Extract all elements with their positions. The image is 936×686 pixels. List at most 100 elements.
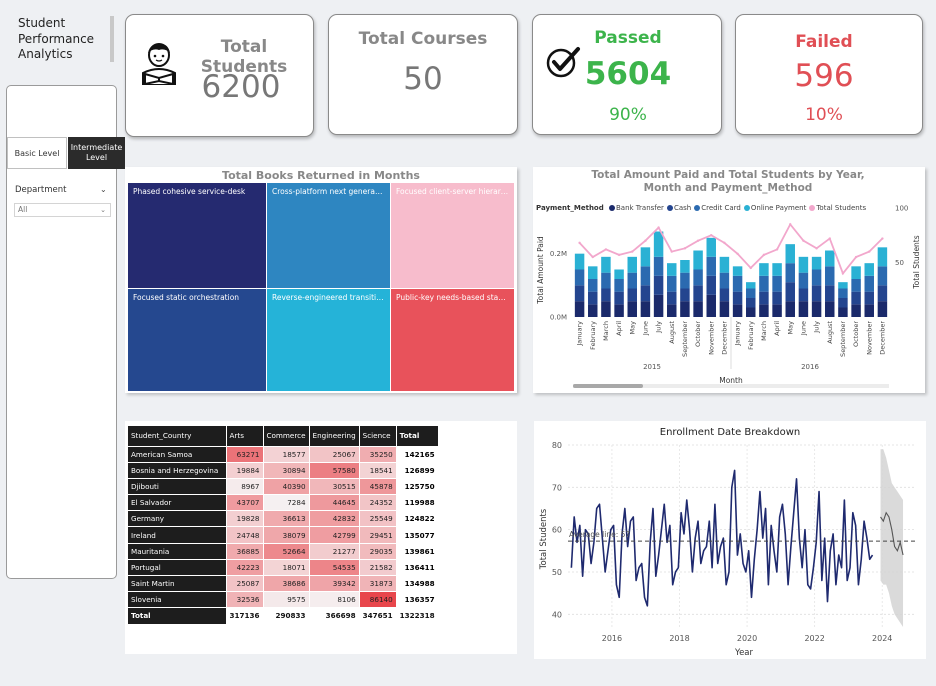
table-row[interactable]: Mauritania 36885 52664 21277 29035 139861	[128, 543, 439, 560]
line-point	[815, 247, 818, 250]
x-tick-label: February	[747, 321, 755, 350]
table-row[interactable]: Djibouti 8967 40390 30515 45878 125750	[128, 478, 439, 496]
table-row[interactable]: Ireland 24748 38079 42799 29451 135077	[128, 526, 439, 544]
bar-segment	[667, 263, 677, 276]
column-header[interactable]: Commerce	[263, 426, 310, 447]
y2-tick-label: 50	[895, 259, 904, 267]
kpi-courses-label: Total Courses	[358, 29, 488, 49]
chevron-down-icon[interactable]: ⌄	[100, 185, 107, 194]
column-total-cell: 1322318	[396, 607, 439, 625]
table-row[interactable]: El Salvador 43707 7284 44645 24352 119988	[128, 494, 439, 512]
column-total-cell: 317136	[226, 607, 264, 625]
kpi-passed-value: 5604	[584, 56, 672, 92]
value-cell: 8106	[309, 591, 360, 609]
bar-segment	[653, 294, 664, 317]
bar-segment	[601, 301, 611, 317]
value-cell: 18541	[359, 462, 397, 479]
value-cell: 40390	[263, 478, 310, 496]
value-cell: 25067	[309, 446, 360, 463]
treemap-tile-4[interactable]: Focused static orchestration	[128, 289, 266, 391]
combo-chart-visual: Total Amount Paid and Total Students by …	[533, 167, 925, 393]
line-point	[749, 266, 752, 270]
line-point	[644, 239, 647, 242]
bar-segment	[693, 285, 703, 302]
kpi-failed-label: Failed	[795, 32, 853, 52]
scrollbar-thumb[interactable]	[573, 384, 643, 388]
line-point	[631, 250, 634, 253]
department-label: Department	[15, 185, 67, 195]
value-cell: 32536	[226, 591, 264, 609]
bar-segment	[772, 291, 782, 305]
column-header[interactable]: Student_Country	[128, 426, 227, 447]
intermediate-level-button[interactable]: Intermediate Level	[68, 137, 125, 169]
x-tick-label: January	[576, 321, 584, 347]
value-cell: 44645	[309, 494, 360, 512]
column-header[interactable]: Arts	[226, 426, 264, 447]
country-cell: Portugal	[128, 559, 227, 577]
row-total-cell: 134988	[396, 575, 439, 593]
bar-segment	[588, 266, 598, 279]
x-tick-label: August	[826, 321, 834, 344]
value-cell: 9575	[263, 591, 310, 609]
bar-segment	[693, 301, 703, 317]
student-reading-icon	[142, 43, 176, 85]
horizontal-scrollbar[interactable]	[573, 384, 889, 388]
bar-segment	[759, 291, 769, 305]
country-cell: Slovenia	[128, 591, 227, 609]
table-row[interactable]: Slovenia 32536 9575 8106 86140 136357	[128, 591, 439, 609]
column-header[interactable]: Total	[396, 426, 439, 447]
department-value: All	[18, 205, 28, 214]
table-row[interactable]: Germany 19828 36613 42832 25549 124822	[128, 510, 439, 528]
line-point	[657, 226, 660, 229]
bar-segment	[732, 291, 743, 305]
treemap-visual: Total Books Returned in Months Phased co…	[125, 167, 517, 393]
value-cell: 21277	[309, 543, 360, 560]
column-header[interactable]: Science	[359, 426, 397, 447]
value-cell: 43707	[226, 494, 264, 512]
x-tick-label: July	[813, 321, 821, 334]
bar-segment	[759, 263, 769, 276]
bar-segment	[825, 285, 835, 302]
bar-segment	[680, 301, 690, 317]
table-row[interactable]: American Samoa 63271 18577 25067 35250 142165	[128, 446, 439, 463]
row-total-cell: 136357	[396, 591, 439, 609]
value-cell: 31873	[359, 575, 397, 593]
line-point	[578, 241, 581, 245]
treemap-tile-5[interactable]: Reverse-engineered transition...	[267, 289, 390, 391]
bar-segment	[838, 307, 848, 317]
column-header[interactable]: Engineering	[309, 426, 360, 447]
bar-segment	[732, 266, 743, 276]
kpi-passed-pct: 90%	[609, 105, 647, 125]
x-tick-label: May	[786, 321, 794, 335]
bar-segment	[574, 253, 585, 270]
bar-segment	[746, 298, 756, 308]
treemap-tile-1[interactable]: Phased cohesive service-desk	[128, 183, 266, 288]
bar-segment	[574, 269, 585, 286]
treemap-tile-2[interactable]: Cross-platform next generatio...	[267, 183, 390, 288]
treemap-tile-6[interactable]: Public-key needs-based stand...	[391, 289, 514, 391]
bar-segment	[877, 247, 888, 267]
bar-segment	[719, 256, 730, 273]
value-cell: 39342	[309, 575, 360, 593]
table-row[interactable]: Portugal 42223 18071 54535 21582 136411	[128, 559, 439, 577]
line-point	[762, 253, 766, 257]
table-row[interactable]: Bosnia and Herzegovina 19884 30894 57580 185…	[128, 462, 439, 479]
bar-segment	[864, 275, 874, 292]
department-dropdown[interactable]: All ⌄	[14, 203, 111, 217]
basic-level-button[interactable]: Basic Level	[7, 137, 67, 169]
line-point	[775, 248, 779, 251]
line-point	[802, 239, 805, 242]
x-tick-label: October	[694, 321, 702, 347]
total-row: Total 317136 290833 366698 347651 1322318	[128, 607, 439, 625]
x-tick-label: January	[734, 321, 742, 347]
bar-segment	[640, 285, 651, 302]
kpi-passed-label: Passed	[594, 28, 662, 48]
row-total-cell: 139861	[396, 543, 439, 560]
treemap-tile-3[interactable]: Focused client-server hierarchy	[391, 183, 514, 288]
value-cell: 29035	[359, 543, 397, 560]
table-row[interactable]: Saint Martin 25087 38686 39342 31873 134988	[128, 575, 439, 593]
row-total-cell: 119988	[396, 494, 439, 512]
column-total-cell: 366698	[309, 607, 360, 625]
value-cell: 18071	[263, 559, 310, 577]
value-cell: 54535	[309, 559, 360, 577]
